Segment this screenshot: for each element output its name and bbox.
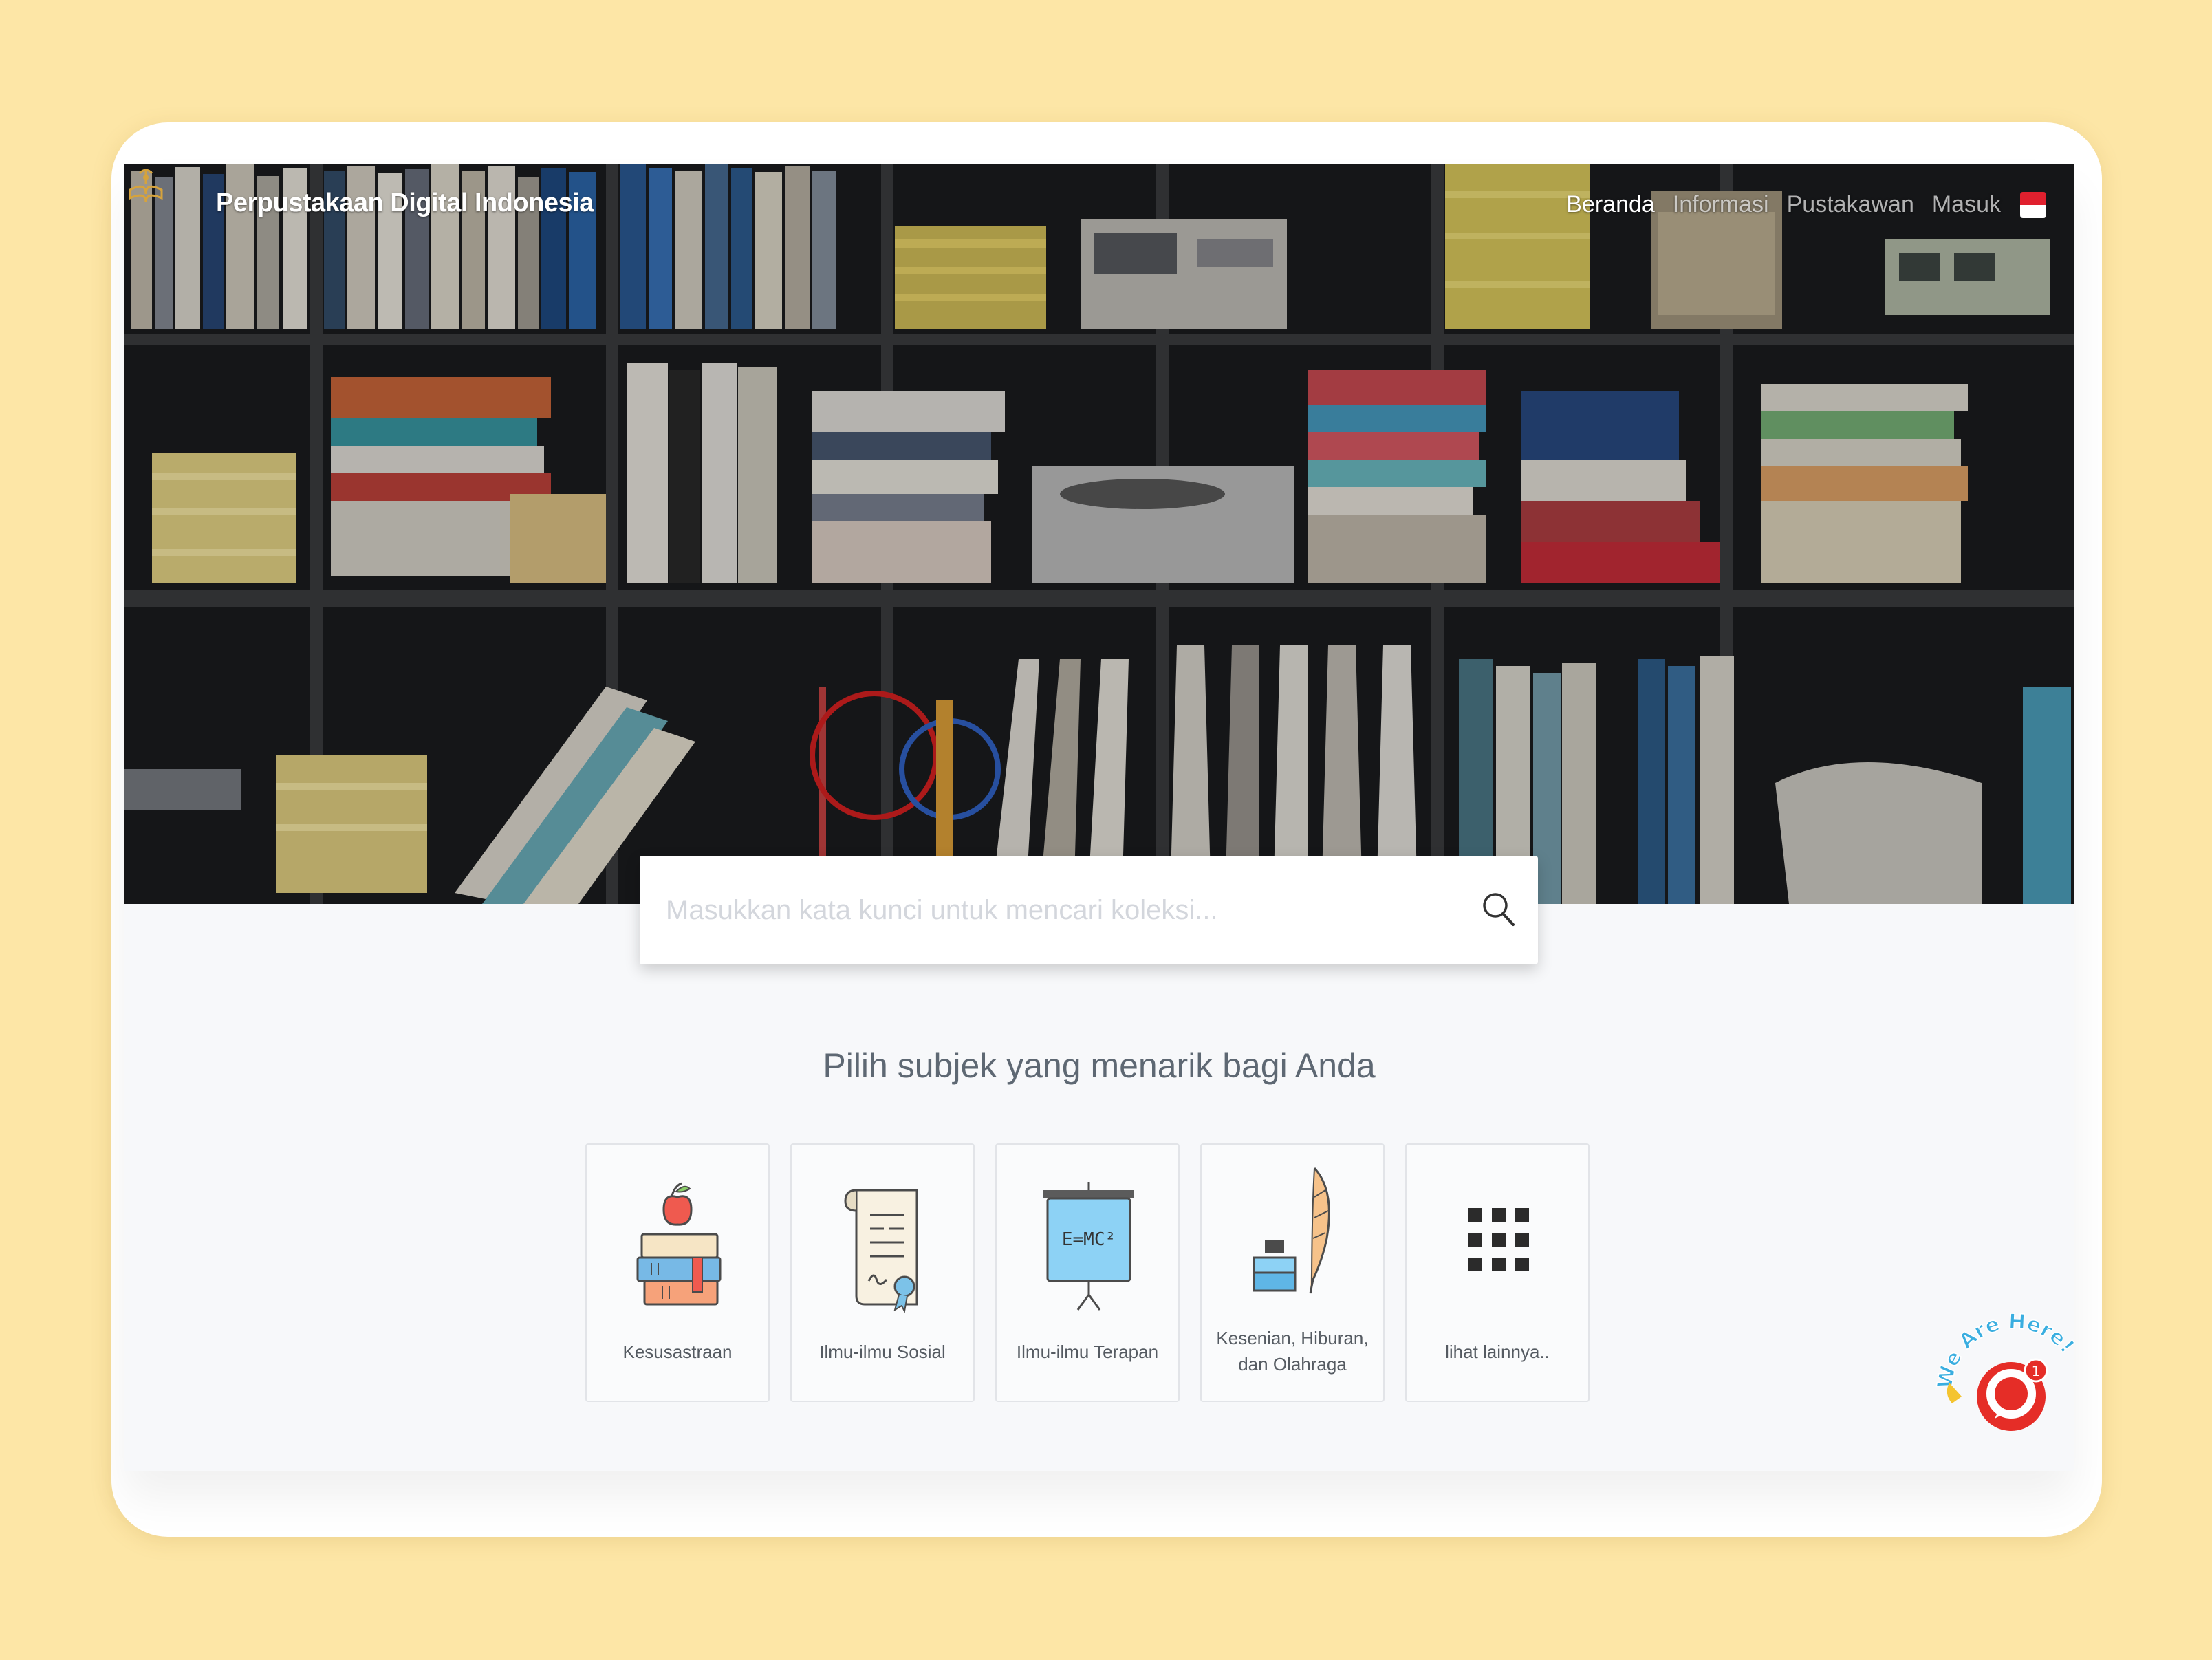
grid-dots-icon [1468, 1208, 1529, 1271]
brand-name[interactable]: Perpustakaan Digital Indonesia [216, 188, 594, 218]
subject-label: Kesusastraan [622, 1341, 733, 1362]
certificate-scroll-icon [844, 1189, 918, 1314]
whiteboard-formula-icon: E=MC² [1043, 1182, 1134, 1311]
ink-quill-icon [1253, 1167, 1330, 1294]
indonesia-flag-icon[interactable] [2020, 191, 2046, 218]
book-lamp-logo-icon[interactable] [124, 164, 167, 208]
nav-links: Beranda Informasi Pustakawan Masuk [1566, 191, 2046, 218]
subject-label: Ilmu-ilmu Sosial [819, 1341, 946, 1362]
chat-widget[interactable]: We Are Here! 1 [1931, 1286, 2083, 1452]
subjects-title: Pilih subjek yang menarik bagi Anda [823, 1046, 1376, 1085]
bookshelf-photo [124, 164, 2074, 904]
books-apple-icon [636, 1182, 722, 1306]
subject-card-kesenian[interactable]: Kesenian, Hiburan, dan Olahraga [1200, 1143, 1385, 1402]
search-box [640, 856, 1538, 964]
subject-card-lihat-lainnya[interactable]: lihat lainnya.. [1405, 1143, 1590, 1402]
chat-bubble-icon: We Are Here! 1 [1932, 1309, 2079, 1431]
subject-card-ilmu-sosial[interactable]: Ilmu-ilmu Sosial [790, 1143, 975, 1402]
subject-label: Ilmu-ilmu Terapan [1016, 1341, 1159, 1362]
svg-text:E=MC²: E=MC² [1062, 1229, 1116, 1250]
nav-beranda[interactable]: Beranda [1566, 191, 1655, 218]
nav-informasi[interactable]: Informasi [1673, 191, 1769, 218]
browser-screen: Perpustakaan Digital Indonesia Beranda I… [124, 164, 2074, 1471]
subject-label: Kesenian, Hiburan, dan Olahraga [1216, 1328, 1369, 1375]
nav-masuk[interactable]: Masuk [1932, 191, 2001, 218]
subject-card-ilmu-terapan[interactable]: E=MC² Ilmu-ilmu Terapan [995, 1143, 1180, 1402]
subject-label: lihat lainnya.. [1445, 1341, 1550, 1362]
subject-card-kesusastraan[interactable]: Kesusastraan [585, 1143, 770, 1402]
search-icon[interactable] [1479, 890, 1517, 929]
search-input[interactable] [664, 882, 1458, 938]
top-navbar: Perpustakaan Digital Indonesia Beranda I… [124, 164, 2074, 253]
chat-badge-count: 1 [2032, 1363, 2041, 1379]
hero-banner: Perpustakaan Digital Indonesia Beranda I… [124, 164, 2074, 904]
nav-pustakawan[interactable]: Pustakawan [1787, 191, 1914, 218]
